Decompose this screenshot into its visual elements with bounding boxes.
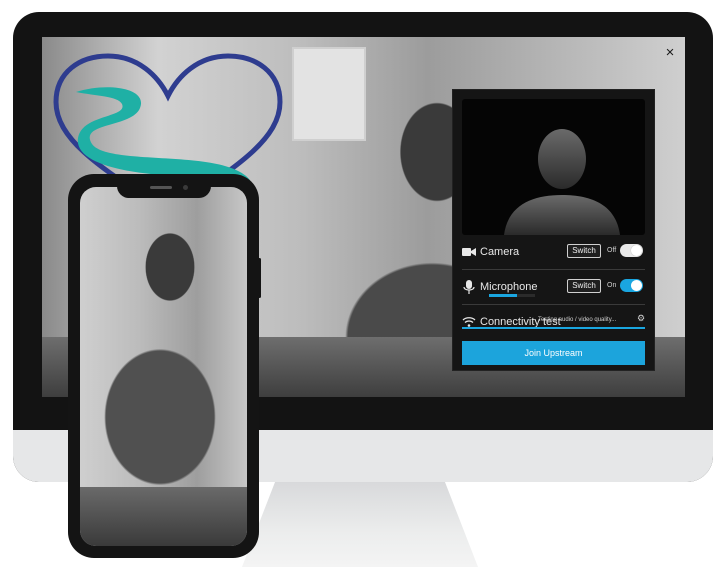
microphone-level-fill: [489, 294, 517, 297]
microphone-icon: [463, 280, 475, 294]
background-wall-frame: [292, 47, 366, 141]
monitor-stand: [242, 482, 478, 567]
connectivity-row: Connectivity test Testing audio / video …: [462, 308, 645, 336]
video-camera-icon: [462, 248, 476, 256]
divider: [462, 269, 645, 270]
divider: [462, 304, 645, 305]
phone-front-camera: [183, 185, 188, 190]
phone-speaker: [150, 186, 172, 189]
close-icon[interactable]: ×: [659, 44, 681, 62]
camera-state-text: Off: [607, 247, 617, 254]
camera-preview: [462, 99, 645, 235]
microphone-level-meter: [489, 294, 535, 297]
microphone-switch-button[interactable]: Switch: [567, 279, 601, 293]
camera-toggle-knob: [631, 245, 642, 256]
gear-icon[interactable]: ⚙: [637, 313, 645, 324]
device-settings-panel: Camera Switch Off Microphone Switch On C…: [453, 90, 654, 370]
camera-label: Camera: [480, 246, 520, 258]
microphone-toggle-knob: [631, 280, 642, 291]
connectivity-status-text: Testing audio / video quality...: [538, 317, 617, 323]
phone-background-desk: [80, 487, 247, 546]
microphone-state-text: On: [607, 282, 617, 289]
microphone-toggle[interactable]: [620, 279, 643, 292]
microphone-label: Microphone: [480, 281, 538, 293]
microphone-row: Microphone Switch On: [462, 273, 645, 301]
avatar-silhouette-icon: [504, 129, 620, 235]
phone-video-screen: [80, 187, 247, 546]
connectivity-progress-bar: [462, 327, 645, 329]
camera-toggle[interactable]: [620, 244, 643, 257]
camera-row: Camera Switch Off: [462, 238, 645, 266]
phone-side-button: [258, 258, 261, 298]
join-upstream-button[interactable]: Join Upstream: [462, 341, 645, 365]
camera-switch-button[interactable]: Switch: [567, 244, 601, 258]
